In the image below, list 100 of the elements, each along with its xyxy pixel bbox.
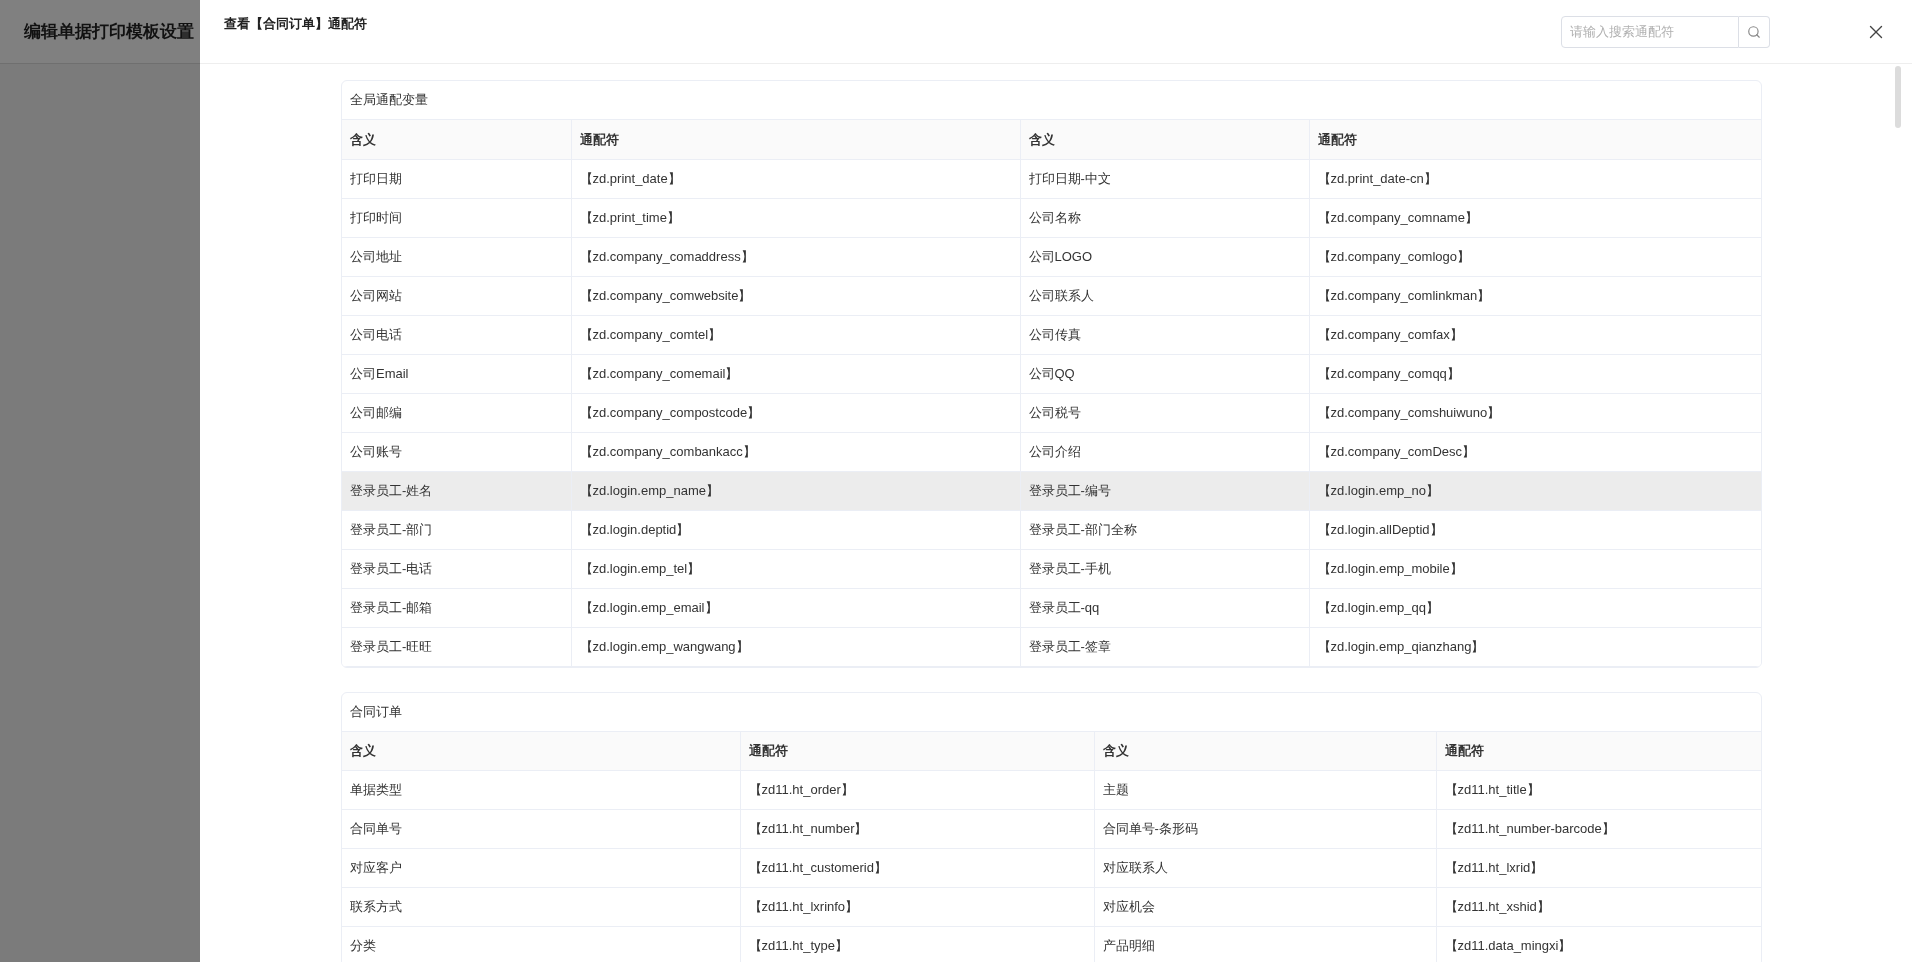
page-title: 编辑单据打印模板设置	[24, 20, 194, 43]
table-cell: 【zd.login.deptid】	[571, 510, 1020, 549]
table-cell: 登录员工-手机	[1020, 549, 1309, 588]
section-title: 全局通配变量	[350, 91, 428, 110]
table-cell: 【zd11.ht_lxrinfo】	[740, 887, 1094, 927]
table-cell: 【zd11.data_mingxi】	[1436, 926, 1761, 962]
table-row[interactable]: 公司Email 【zd.company_comemail】 公司QQ 【zd.company_comqq】	[342, 354, 1761, 393]
table-cell: 【zd.login.allDeptid】	[1309, 510, 1761, 549]
table-cell: 公司Email	[342, 354, 571, 393]
drawer-title: 查看【合同订单】通配符	[224, 14, 367, 33]
table-cell: 【zd.company_comaddress】	[571, 237, 1020, 276]
table-cell: 【zd.login.emp_wangwang】	[571, 627, 1020, 666]
table-row[interactable]: 联系方式 【zd11.ht_lxrinfo】 对应机会 【zd11.ht_xshid】	[342, 887, 1761, 927]
table-cell: 【zd.company_comDesc】	[1309, 432, 1761, 471]
table-cell: 登录员工-邮箱	[342, 588, 571, 627]
table-cell: 【zd.login.emp_qq】	[1309, 588, 1761, 627]
table-row[interactable]: 登录员工-电话 【zd.login.emp_tel】 登录员工-手机 【zd.login.emp_mobile】	[342, 549, 1761, 588]
table-cell: 公司介绍	[1020, 432, 1309, 471]
column-header: 通配符	[740, 731, 1094, 771]
table-row[interactable]: 公司网站 【zd.company_comwebsite】 公司联系人 【zd.company_comlinkman】	[342, 276, 1761, 315]
table-cell: 产品明细	[1094, 926, 1436, 962]
table-row[interactable]: 合同单号 【zd11.ht_number】 合同单号-条形码 【zd11.ht_number-barcode】	[342, 809, 1761, 849]
search-button[interactable]	[1739, 15, 1770, 48]
table-row[interactable]: 分类 【zd11.ht_type】 产品明细 【zd11.data_mingxi】	[342, 926, 1761, 962]
table-cell: 公司名称	[1020, 198, 1309, 237]
table-row[interactable]: 登录员工-姓名 【zd.login.emp_name】 登录员工-编号 【zd.login.emp_no】	[342, 471, 1761, 510]
table-cell: 【zd.company_compostcode】	[571, 393, 1020, 432]
table-cell: 登录员工-电话	[342, 549, 571, 588]
table-cell: 【zd.print_date-cn】	[1309, 159, 1761, 198]
table-cell: 单据类型	[342, 770, 740, 810]
table-cell: 公司电话	[342, 315, 571, 354]
table-cell: 【zd11.ht_lxrid】	[1436, 848, 1761, 888]
table-cell: 公司税号	[1020, 393, 1309, 432]
table-row[interactable]: 打印日期 【zd.print_date】 打印日期-中文 【zd.print_date-cn】	[342, 159, 1761, 198]
table-row[interactable]: 公司电话 【zd.company_comtel】 公司传真 【zd.company_comfax】	[342, 315, 1761, 354]
table-cell: 对应客户	[342, 848, 740, 888]
table-cell: 登录员工-编号	[1020, 471, 1309, 510]
table-cell: 合同单号	[342, 809, 740, 849]
table-row[interactable]: 打印时间 【zd.print_time】 公司名称 【zd.company_comname】	[342, 198, 1761, 237]
table-cell: 打印日期	[342, 159, 571, 198]
search-field[interactable]: 请输入搜索通配符	[1561, 15, 1739, 48]
scrollbar-thumb[interactable]	[1895, 66, 1901, 128]
table-cell: 打印时间	[342, 198, 571, 237]
table-cell: 【zd11.ht_customerid】	[740, 848, 1094, 888]
column-header: 含义	[1094, 731, 1436, 771]
table-cell: 登录员工-姓名	[342, 471, 571, 510]
table-cell: 【zd11.ht_number】	[740, 809, 1094, 849]
table-cell: 公司账号	[342, 432, 571, 471]
column-header: 通配符	[1436, 731, 1761, 771]
table-row[interactable]: 登录员工-旺旺 【zd.login.emp_wangwang】 登录员工-签章 【zd.login.emp_qianzhang】	[342, 627, 1761, 666]
table-row[interactable]: 公司账号 【zd.company_combankacc】 公司介绍 【zd.company_comDesc】	[342, 432, 1761, 471]
table-cell: 登录员工-部门全称	[1020, 510, 1309, 549]
table-cell: 【zd11.ht_title】	[1436, 770, 1761, 810]
table-row[interactable]: 登录员工-邮箱 【zd.login.emp_email】 登录员工-qq 【zd.login.emp_qq】	[342, 588, 1761, 627]
table-cell: 公司地址	[342, 237, 571, 276]
table-cell: 【zd.company_comtel】	[571, 315, 1020, 354]
table-cell: 登录员工-旺旺	[342, 627, 571, 666]
table-cell: 【zd11.ht_number-barcode】	[1436, 809, 1761, 849]
table-cell: 【zd.print_date】	[571, 159, 1020, 198]
table-cell: 主题	[1094, 770, 1436, 810]
table-row[interactable]: 对应客户 【zd11.ht_customerid】 对应联系人 【zd11.ht_lxrid】	[342, 848, 1761, 888]
table-cell: 对应机会	[1094, 887, 1436, 927]
table-cell: 登录员工-签章	[1020, 627, 1309, 666]
column-header: 通配符	[571, 120, 1020, 159]
table-row[interactable]: 登录员工-部门 【zd.login.deptid】 登录员工-部门全称 【zd.login.allDeptid】	[342, 510, 1761, 549]
column-header: 含义	[342, 731, 740, 771]
column-header: 通配符	[1309, 120, 1761, 159]
table-cell: 【zd.company_comfax】	[1309, 315, 1761, 354]
table-cell: 合同单号-条形码	[1094, 809, 1436, 849]
table-cell: 【zd.login.emp_tel】	[571, 549, 1020, 588]
table-cell: 【zd.login.emp_qianzhang】	[1309, 627, 1761, 666]
table-cell: 公司传真	[1020, 315, 1309, 354]
table-row[interactable]: 公司邮编 【zd.company_compostcode】 公司税号 【zd.company_comshuiwuno】	[342, 393, 1761, 432]
table-cell: 【zd.company_comemail】	[571, 354, 1020, 393]
table-cell: 【zd.company_comshuiwuno】	[1309, 393, 1761, 432]
table-cell: 【zd11.ht_order】	[740, 770, 1094, 810]
table-cell: 登录员工-qq	[1020, 588, 1309, 627]
table-cell: 【zd.company_comqq】	[1309, 354, 1761, 393]
table-cell: 【zd.login.emp_email】	[571, 588, 1020, 627]
table-cell: 【zd.company_comwebsite】	[571, 276, 1020, 315]
table-cell: 【zd11.ht_type】	[740, 926, 1094, 962]
table-cell: 【zd.company_comlogo】	[1309, 237, 1761, 276]
table-cell: 登录员工-部门	[342, 510, 571, 549]
table-cell: 【zd.company_comname】	[1309, 198, 1761, 237]
table-cell: 分类	[342, 926, 740, 962]
table-cell: 公司LOGO	[1020, 237, 1309, 276]
table-cell: 公司网站	[342, 276, 571, 315]
section-title: 合同订单	[350, 702, 402, 721]
table-row[interactable]: 单据类型 【zd11.ht_order】 主题 【zd11.ht_title】	[342, 770, 1761, 810]
table-cell: 【zd11.ht_xshid】	[1436, 887, 1761, 927]
table-cell: 【zd.company_combankacc】	[571, 432, 1020, 471]
table-cell: 【zd.login.emp_mobile】	[1309, 549, 1761, 588]
table-cell: 公司QQ	[1020, 354, 1309, 393]
table-cell: 联系方式	[342, 887, 740, 927]
column-header: 含义	[1020, 120, 1309, 159]
table-cell: 公司邮编	[342, 393, 571, 432]
table-cell: 【zd.login.emp_no】	[1309, 471, 1761, 510]
table-row[interactable]: 公司地址 【zd.company_comaddress】 公司LOGO 【zd.company_comlogo】	[342, 237, 1761, 276]
column-header: 含义	[342, 120, 571, 159]
table-cell: 对应联系人	[1094, 848, 1436, 888]
